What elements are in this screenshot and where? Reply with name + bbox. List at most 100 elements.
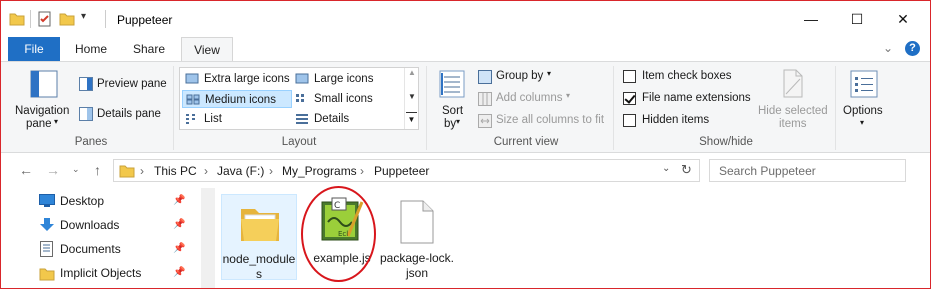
navigation-pane-label-2[interactable]: pane — [26, 118, 52, 130]
sort-by-dropdown-icon[interactable]: ▾ — [456, 117, 460, 126]
separator — [835, 66, 836, 150]
hidden-items-label[interactable]: Hidden items — [642, 114, 709, 126]
hide-selected-items-icon — [783, 69, 803, 98]
details-pane-icon — [79, 107, 93, 121]
collapse-ribbon-icon[interactable]: ⌄ — [883, 41, 893, 55]
group-by-icon — [478, 70, 492, 84]
layout-small-icons[interactable]: Small icons — [292, 90, 402, 108]
minimize-button[interactable]: — — [788, 1, 834, 37]
group-label-current-view: Current view — [493, 136, 559, 148]
group-by-dropdown-icon[interactable]: ▾ — [547, 69, 551, 78]
refresh-icon[interactable]: ↻ — [681, 162, 692, 178]
breadcrumb-chevron-icon[interactable]: › — [204, 164, 208, 178]
search-box[interactable]: Search Puppeteer — [709, 159, 906, 182]
navigation-pane-scrollbar[interactable] — [201, 188, 215, 288]
navigation-pane-label[interactable]: Navigation — [15, 105, 69, 117]
blank-file-icon — [400, 200, 434, 244]
properties-icon[interactable] — [37, 11, 53, 27]
customize-toolbar-dropdown-icon[interactable]: ▾ — [81, 11, 86, 22]
sort-by-label[interactable]: Sort — [442, 105, 463, 117]
nav-item-desktop[interactable]: Desktop 📌 — [39, 190, 199, 212]
folder-icon — [241, 209, 279, 241]
folder-icon[interactable] — [9, 11, 25, 27]
layout-details[interactable]: Details — [292, 110, 402, 128]
layout-medium-icons[interactable]: Medium icons — [182, 90, 292, 108]
scroll-down-icon[interactable]: ▼ — [408, 92, 416, 101]
size-all-columns-button[interactable]: Size all columns to fit — [496, 114, 604, 126]
options-dropdown-icon[interactable]: ▾ — [860, 118, 864, 127]
pin-icon[interactable]: 📌 — [173, 243, 185, 254]
add-columns-dropdown-icon[interactable]: ▾ — [566, 91, 570, 100]
forward-arrow-icon[interactable]: → — [46, 162, 60, 178]
folder-icon — [119, 165, 135, 178]
back-arrow-icon[interactable]: ← — [19, 162, 33, 178]
hidden-items-checkbox[interactable] — [623, 114, 636, 127]
ribbon-view: Navigation pane ▾ Preview pane Details p… — [1, 61, 930, 153]
layout-list[interactable]: List — [182, 110, 292, 128]
help-icon[interactable]: ? — [905, 41, 920, 56]
tab-view[interactable]: View — [181, 37, 233, 62]
layout-scrollbar[interactable]: ▲ ▼ ▼ — [404, 68, 419, 129]
item-check-boxes-checkbox[interactable] — [623, 70, 636, 83]
breadcrumb-my-programs[interactable]: My_Programs — [282, 164, 357, 178]
navigation-bar: ← → ⌄ ↑ › This PC › Java (F:) › My_Progr… — [1, 154, 930, 188]
search-input[interactable]: Search Puppeteer — [719, 164, 816, 178]
group-label-layout: Layout — [281, 136, 317, 148]
navigation-pane-icon — [30, 70, 58, 98]
hide-selected-items-label[interactable]: Hide selected — [758, 105, 828, 117]
item-check-boxes-label[interactable]: Item check boxes — [642, 70, 731, 82]
nav-item-documents[interactable]: Documents 📌 — [39, 238, 199, 260]
tab-home[interactable]: Home — [65, 37, 117, 61]
group-by-button[interactable]: Group by — [496, 70, 543, 82]
breadcrumb-chevron-icon[interactable]: › — [140, 164, 144, 178]
address-bar[interactable]: › This PC › Java (F:) › My_Programs › Pu… — [113, 159, 700, 182]
expand-gallery-icon[interactable]: ▼ — [406, 112, 417, 126]
group-label-panes: Panes — [74, 136, 108, 148]
breadcrumb-this-pc[interactable]: This PC — [154, 164, 197, 178]
add-columns-button[interactable]: Add columns — [496, 92, 562, 104]
new-folder-icon[interactable] — [59, 11, 75, 27]
up-arrow-icon[interactable]: ↑ — [94, 162, 101, 178]
navigation-pane-dropdown-icon[interactable]: ▾ — [54, 117, 58, 126]
file-name-extensions-checkbox[interactable] — [623, 92, 636, 105]
pin-icon[interactable]: 📌 — [173, 195, 185, 206]
small-icons-icon — [296, 94, 304, 102]
size-columns-icon — [478, 114, 492, 128]
breadcrumb-puppeteer[interactable]: Puppeteer — [374, 164, 429, 178]
preview-pane-button[interactable]: Preview pane — [97, 78, 167, 90]
ribbon-tabs: File Home Share View ⌄ ? — [1, 37, 930, 62]
scroll-up-icon[interactable]: ▲ — [408, 68, 416, 77]
separator — [173, 66, 174, 150]
file-item-package-lock-json[interactable]: package-lock.json — [379, 194, 455, 280]
pin-icon[interactable]: 📌 — [173, 219, 185, 230]
nav-item-implicit-objects[interactable]: Implicit Objects 📌 — [39, 262, 199, 284]
nav-item-downloads[interactable]: Downloads 📌 — [39, 214, 199, 236]
breadcrumb-chevron-icon[interactable]: › — [360, 164, 364, 178]
breadcrumb-java-drive[interactable]: Java (F:) — [217, 164, 264, 178]
maximize-button[interactable]: ☐ — [834, 1, 880, 37]
breadcrumb-chevron-icon[interactable]: › — [269, 164, 273, 178]
layout-extra-large-icons[interactable]: Extra large icons — [182, 70, 292, 88]
hide-selected-items-label-2[interactable]: items — [779, 118, 806, 130]
details-pane-button[interactable]: Details pane — [97, 108, 161, 120]
separator — [105, 10, 106, 28]
separator — [30, 10, 31, 28]
tab-file[interactable]: File — [8, 37, 60, 61]
separator — [426, 66, 427, 150]
file-name-extensions-label[interactable]: File name extensions — [642, 92, 751, 104]
file-item-node-modules[interactable]: node_modules — [221, 194, 297, 281]
large-icons-icon — [295, 73, 309, 84]
recent-locations-dropdown-icon[interactable]: ⌄ — [72, 164, 80, 175]
tab-share[interactable]: Share — [123, 37, 175, 61]
preview-pane-icon — [79, 77, 93, 91]
details-view-icon — [296, 114, 308, 124]
pin-icon[interactable]: 📌 — [173, 267, 185, 278]
close-button[interactable]: ✕ — [880, 1, 926, 37]
sort-by-label-2[interactable]: by — [444, 118, 456, 130]
download-arrow-icon — [40, 218, 54, 231]
document-icon — [40, 241, 53, 257]
address-dropdown-icon[interactable]: ⌄ — [662, 163, 670, 174]
options-icon — [850, 70, 878, 98]
options-label[interactable]: Options — [843, 105, 883, 117]
layout-large-icons[interactable]: Large icons — [292, 70, 402, 88]
